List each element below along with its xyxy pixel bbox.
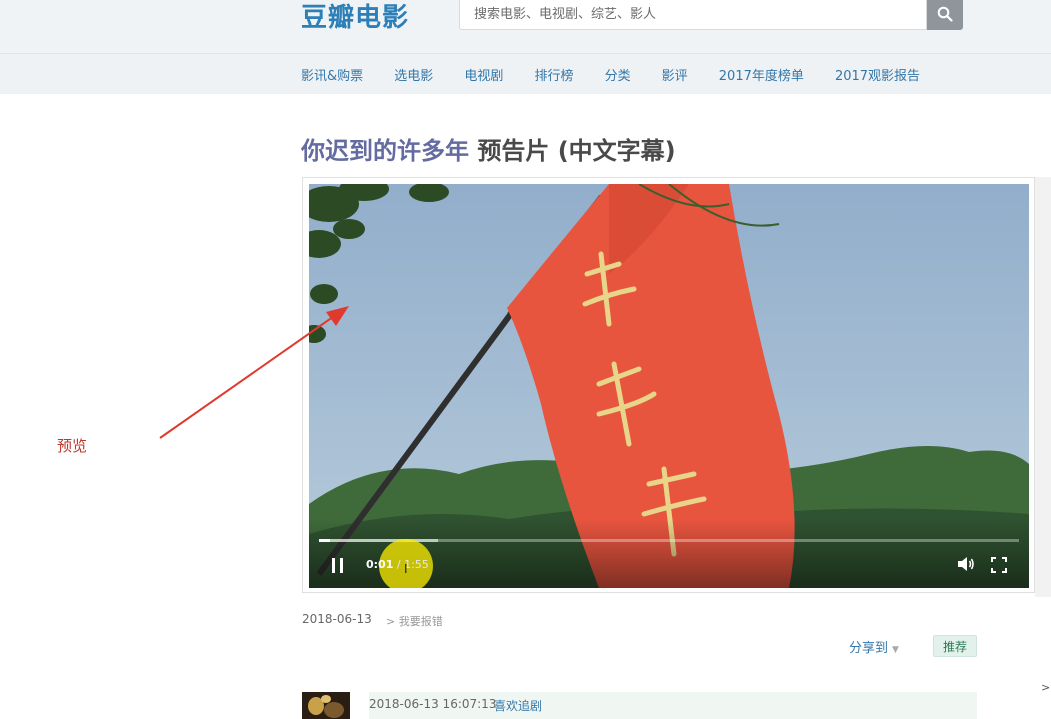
comment-row: 2018-06-13 16:07:13 喜欢追剧 bbox=[369, 692, 977, 719]
chevron-down-icon: ▼ bbox=[892, 645, 899, 655]
share-label: 分享到 bbox=[849, 641, 889, 656]
current-time: 0:01 bbox=[366, 558, 394, 571]
report-error-link[interactable]: > 我要报错 bbox=[386, 613, 443, 629]
page-title: 你迟到的许多年 预告片 (中文字幕) bbox=[301, 131, 676, 166]
movie-title-link[interactable]: 你迟到的许多年 bbox=[301, 137, 469, 165]
annotation-label: 预览 bbox=[57, 437, 88, 455]
trailer-title: 预告片 (中文字幕) bbox=[469, 137, 676, 165]
share-dropdown[interactable]: 分享到 ▼ bbox=[849, 637, 899, 656]
volume-button[interactable] bbox=[957, 556, 975, 576]
pause-icon bbox=[332, 558, 335, 573]
time-separator: / bbox=[393, 558, 405, 571]
nav-item-2017-annual-list[interactable]: 2017年度榜单 bbox=[719, 65, 804, 84]
search-box[interactable] bbox=[459, 0, 927, 30]
text-cursor-icon: I bbox=[404, 562, 408, 576]
top-bar: 豆瓣电影 bbox=[0, 0, 1051, 54]
pause-icon-bar bbox=[340, 558, 343, 573]
fullscreen-button[interactable] bbox=[991, 557, 1007, 577]
pause-button[interactable] bbox=[329, 556, 347, 574]
nav-item-explore-movies[interactable]: 选电影 bbox=[394, 65, 433, 84]
main-nav: 影讯&购票 选电影 电视剧 排行榜 分类 影评 2017年度榜单 2017观影报… bbox=[0, 54, 1051, 94]
played-bar bbox=[319, 539, 330, 542]
fullscreen-icon bbox=[991, 557, 1007, 573]
chevron-right-icon[interactable]: > bbox=[1041, 681, 1050, 694]
avatar-image bbox=[302, 692, 350, 719]
search-icon bbox=[937, 6, 953, 22]
comment-time: 2018-06-13 16:07:13 bbox=[369, 697, 497, 711]
buffered-bar bbox=[319, 539, 438, 542]
douban-movie-logo[interactable]: 豆瓣电影 bbox=[301, 0, 409, 34]
search-button[interactable] bbox=[927, 0, 963, 30]
nav-item-tv[interactable]: 电视剧 bbox=[464, 65, 503, 84]
nav-item-2017-report[interactable]: 2017观影报告 bbox=[835, 65, 920, 84]
nav-item-showtimes[interactable]: 影讯&购票 bbox=[301, 65, 363, 84]
nav-item-categories[interactable]: 分类 bbox=[605, 65, 631, 84]
nav-item-charts[interactable]: 排行榜 bbox=[534, 65, 573, 84]
comment-user-link[interactable]: 喜欢追剧 bbox=[494, 697, 542, 714]
recommend-button[interactable]: 推荐 bbox=[933, 635, 977, 657]
publish-date: 2018-06-13 bbox=[302, 612, 372, 626]
annotation-arrow bbox=[159, 306, 349, 439]
total-time: 1:55 bbox=[404, 558, 429, 571]
video-player[interactable]: 0:01 / 1:55 I bbox=[309, 184, 1029, 588]
time-display: 0:01 / 1:55 bbox=[366, 558, 429, 571]
nav-item-reviews[interactable]: 影评 bbox=[662, 65, 688, 84]
side-scroll-edge bbox=[1035, 177, 1051, 597]
search-input[interactable] bbox=[460, 0, 914, 28]
volume-icon bbox=[958, 557, 974, 571]
avatar[interactable] bbox=[302, 692, 350, 719]
progress-bar[interactable] bbox=[319, 539, 1019, 542]
